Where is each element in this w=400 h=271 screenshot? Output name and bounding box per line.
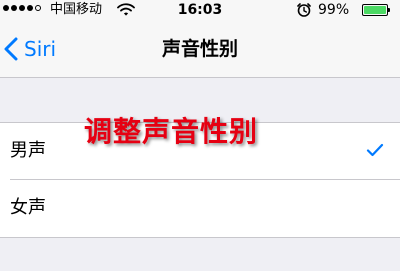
battery-icon — [362, 4, 392, 16]
option-female-voice[interactable]: 女声 — [0, 180, 400, 237]
alarm-icon — [297, 3, 311, 17]
navigation-bar: Siri 声音性别 — [0, 20, 400, 78]
option-label: 男声 — [10, 140, 46, 161]
option-label: 女声 — [10, 197, 46, 218]
page-title: 声音性别 — [161, 38, 238, 60]
status-bar: 中国移动 16:03 99% — [0, 0, 400, 20]
checkmark-icon — [366, 143, 384, 157]
overlay-caption: 调整声音性别 — [84, 115, 259, 148]
battery-percentage: 99% — [318, 2, 350, 18]
battery-level-fill — [364, 6, 386, 14]
